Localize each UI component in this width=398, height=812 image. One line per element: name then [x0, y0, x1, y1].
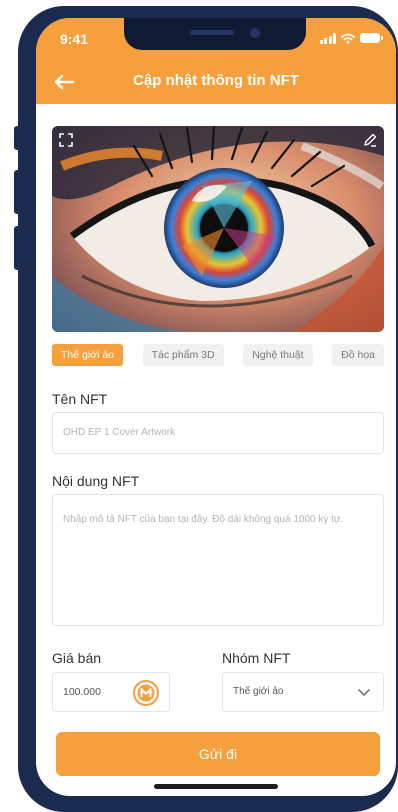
- front-camera: [250, 28, 260, 38]
- speaker: [190, 30, 234, 35]
- nft-name-input[interactable]: OHD EP 1 Cover Artwork: [52, 412, 384, 454]
- wifi-icon: [341, 33, 355, 44]
- nft-content-placeholder: Nhập mô tả NFT của bạn tại đây. Độ dài k…: [63, 514, 344, 525]
- price-label: Giá bán: [52, 650, 102, 666]
- nft-content-textarea[interactable]: Nhập mô tả NFT của bạn tại đây. Độ dài k…: [52, 494, 384, 626]
- battery-icon: [360, 33, 383, 43]
- nft-name-placeholder: OHD EP 1 Cover Artwork: [63, 427, 176, 438]
- submit-button[interactable]: Gửi đi: [56, 732, 380, 776]
- eye-painting: [52, 126, 384, 332]
- page-title: Cập nhật thông tin NFT: [133, 72, 299, 89]
- category-chip-nghe-thuat[interactable]: Nghệ thuật: [243, 344, 313, 366]
- edit-icon[interactable]: [362, 132, 378, 148]
- nft-artwork-image[interactable]: [52, 126, 384, 332]
- signal-icon: [319, 32, 336, 44]
- price-input[interactable]: 100.000: [52, 672, 170, 712]
- home-indicator: [154, 784, 278, 789]
- header-bar: 9:41 Cập nhật thông tin NFT: [36, 18, 396, 104]
- nft-group-label: Nhóm NFT: [222, 650, 291, 666]
- coin-icon: [133, 680, 159, 706]
- chevron-down-icon: [358, 689, 370, 696]
- category-chip-do-hoa[interactable]: Đồ họa: [332, 344, 384, 366]
- nft-content-label: Nội dung NFT: [52, 473, 140, 489]
- category-tabs: Thế giới ảo Tác phẩm 3D Nghệ thuật Đồ họ…: [52, 344, 384, 366]
- category-chip-tac-pham-3d[interactable]: Tác phẩm 3D: [142, 344, 224, 366]
- status-time: 9:41: [60, 31, 89, 47]
- nft-group-select[interactable]: Thế giới ảo: [222, 672, 384, 712]
- category-chip-the-gioi-ao[interactable]: Thế giới ảo: [52, 344, 123, 366]
- nft-group-value: Thế giới ảo: [233, 686, 284, 697]
- silent-switch: [14, 126, 20, 150]
- status-icons: [319, 31, 383, 45]
- notch: [124, 18, 306, 50]
- volume-down-button: [14, 226, 20, 270]
- expand-icon[interactable]: [58, 132, 74, 148]
- app-screen: 9:41 Cập nhật thông tin NFT Thế giới ảo …: [36, 18, 396, 796]
- price-value: 100.000: [63, 686, 101, 698]
- nft-name-label: Tên NFT: [52, 391, 108, 407]
- volume-up-button: [14, 170, 20, 214]
